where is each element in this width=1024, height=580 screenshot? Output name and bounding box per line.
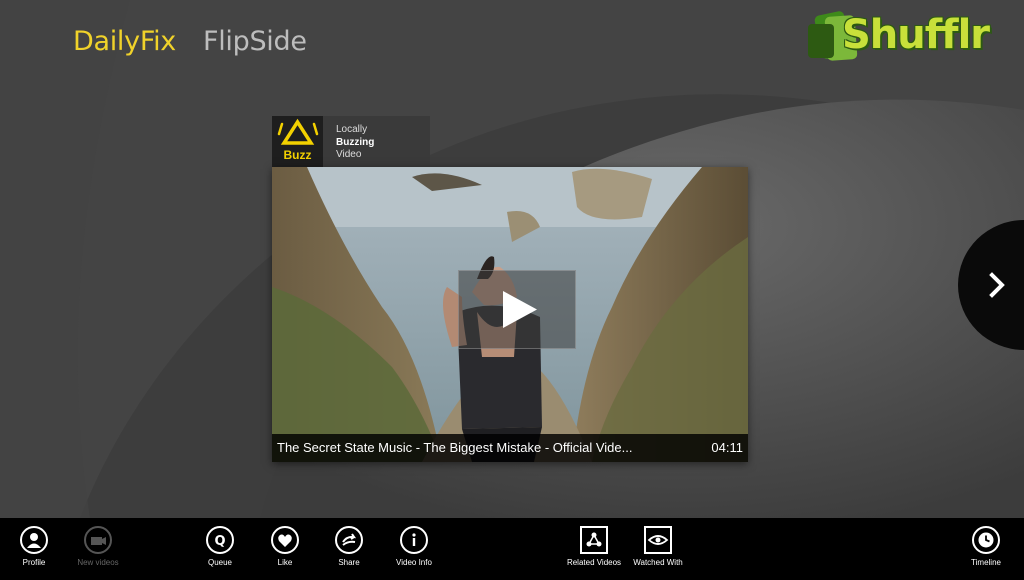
buzz-badge: Buzz (272, 116, 323, 167)
video-info-button[interactable]: Video Info (374, 526, 454, 567)
timeline-button[interactable]: Timeline (946, 526, 1024, 567)
main-stage: DailyFix FlipSide Shufflr Buzz Locally B… (0, 0, 1024, 518)
heart-icon (278, 534, 292, 547)
tab-flipside[interactable]: FlipSide (203, 26, 307, 57)
chevron-right-icon (989, 272, 1005, 298)
info-icon (412, 533, 416, 546)
app-bar: Profile New videos Q Queue Like Share Vi… (0, 518, 1024, 580)
category-line-3: Video (336, 149, 362, 160)
share-icon (342, 533, 357, 546)
buzz-triangle-icon (277, 118, 319, 145)
video-duration: 04:11 (711, 440, 743, 455)
person-icon (27, 533, 41, 548)
tab-dailyfix[interactable]: DailyFix (73, 26, 176, 57)
timeline-label: Timeline (971, 558, 1001, 567)
video-info-label: Video Info (396, 558, 432, 567)
video-category-header: Buzz Locally Buzzing Video (272, 116, 430, 167)
play-button[interactable] (458, 270, 576, 349)
play-icon (503, 291, 537, 328)
new-videos-button[interactable]: New videos (58, 526, 138, 567)
queue-icon: Q (214, 534, 225, 549)
category-line-1: Locally (336, 124, 368, 135)
category-line-2: Buzzing (336, 136, 375, 148)
clock-icon (978, 532, 994, 548)
video-caption-bar: The Secret State Music - The Biggest Mis… (272, 434, 748, 462)
eye-icon (647, 535, 669, 545)
related-icon (586, 532, 602, 547)
shufflr-logo: Shufflr (806, 8, 996, 66)
watched-with-label: Watched With (633, 558, 683, 567)
buzz-badge-label: Buzz (283, 148, 312, 162)
video-player-card[interactable]: The Secret State Music - The Biggest Mis… (272, 167, 748, 462)
next-video-button[interactable] (958, 220, 1024, 350)
svg-text:Q: Q (214, 534, 225, 549)
watched-with-button[interactable]: Watched With (618, 526, 698, 567)
logo-text: Shufflr (842, 12, 990, 58)
new-videos-label: New videos (77, 558, 119, 567)
camera-icon (91, 537, 106, 545)
video-title[interactable]: The Secret State Music - The Biggest Mis… (277, 440, 632, 455)
category-lines: Locally Buzzing Video (336, 124, 374, 162)
